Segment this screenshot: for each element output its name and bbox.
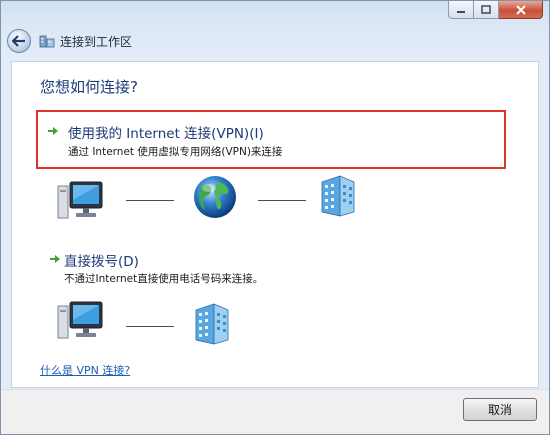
minimize-icon: [457, 10, 465, 13]
computer-icon: [57, 301, 103, 339]
maximize-button[interactable]: [474, 1, 499, 19]
page-question: 您想如何连接?: [40, 78, 138, 96]
option-direct-dial[interactable]: 直接拨号(D) 不通过Internet直接使用电话号码来连接。: [36, 248, 436, 288]
connection-line: [126, 326, 174, 327]
back-button[interactable]: [7, 29, 31, 53]
what-is-vpn-link[interactable]: 什么是 VPN 连接?: [40, 362, 130, 378]
wizard-footer: 取消: [1, 389, 549, 434]
minimize-button[interactable]: [448, 1, 474, 19]
computer-icon: [57, 181, 103, 219]
maximize-icon: [481, 5, 491, 14]
option-dial-title: 直接拨号(D): [64, 254, 139, 270]
network-workplace-icon: [39, 35, 55, 48]
option-vpn-title: 使用我的 Internet 连接(VPN)(I): [68, 126, 264, 142]
green-arrow-icon: [48, 127, 58, 135]
back-arrow-icon: [12, 35, 25, 47]
close-button[interactable]: [499, 1, 543, 19]
close-icon: [515, 4, 526, 15]
wizard-content: 您想如何连接? 使用我的 Internet 连接(VPN)(I) 通过 Inte…: [11, 61, 539, 388]
globe-icon: [194, 176, 236, 218]
window-caption-buttons: [448, 1, 543, 20]
cancel-button[interactable]: 取消: [463, 398, 537, 421]
option-vpn-connection[interactable]: 使用我的 Internet 连接(VPN)(I) 通过 Internet 使用虚…: [36, 110, 506, 169]
window-title: 连接到工作区: [60, 34, 133, 49]
green-arrow-icon: [50, 255, 60, 263]
server-building-icon: [195, 303, 229, 345]
option-vpn-description: 通过 Internet 使用虚拟专用网络(VPN)来连接: [68, 146, 283, 158]
option-dial-description: 不通过Internet直接使用电话号码来连接。: [64, 273, 264, 285]
connection-line: [126, 200, 174, 201]
navigation-bar: 连接到工作区: [7, 27, 132, 55]
connect-to-workplace-window: 连接到工作区 您想如何连接? 使用我的 Internet 连接(VPN)(I) …: [0, 0, 550, 435]
connection-line: [258, 200, 306, 201]
server-building-icon: [321, 175, 355, 217]
